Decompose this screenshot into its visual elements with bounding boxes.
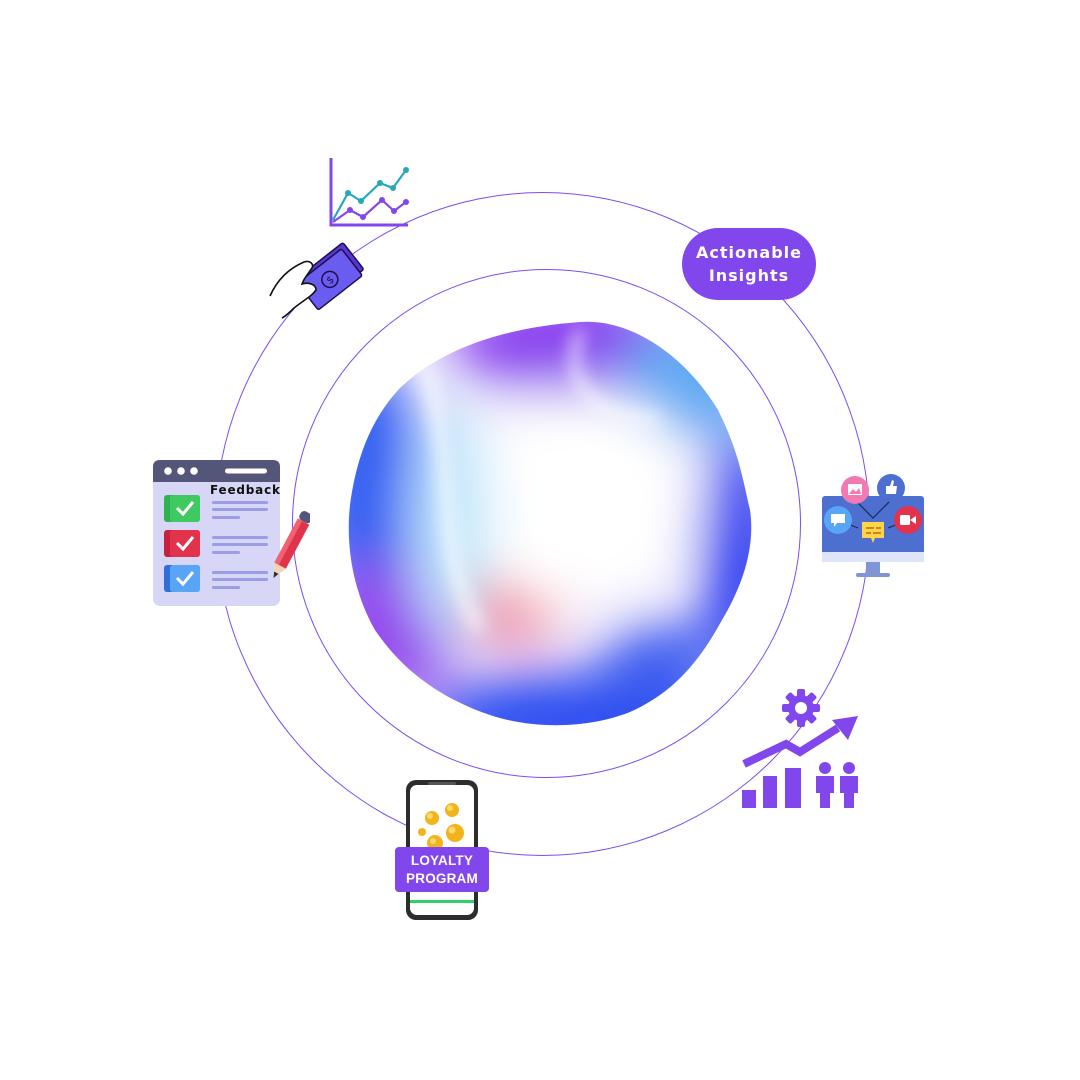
hand-money-icon: $ xyxy=(269,242,364,319)
feedback-title: Feedback xyxy=(210,483,281,497)
line-chart-icon xyxy=(329,158,409,227)
social-monitor-icon xyxy=(822,474,924,577)
diagram-stage: Actionable Insights $ Feedback LOYALTY P… xyxy=(0,0,1080,1080)
feedback-checklist-icon xyxy=(153,460,310,606)
central-gradient-blob xyxy=(348,321,752,726)
loyalty-program-label: LOYALTY PROGRAM xyxy=(395,847,489,892)
actionable-insights-pill: Actionable Insights xyxy=(682,228,816,300)
growth-analytics-icon xyxy=(742,689,858,808)
